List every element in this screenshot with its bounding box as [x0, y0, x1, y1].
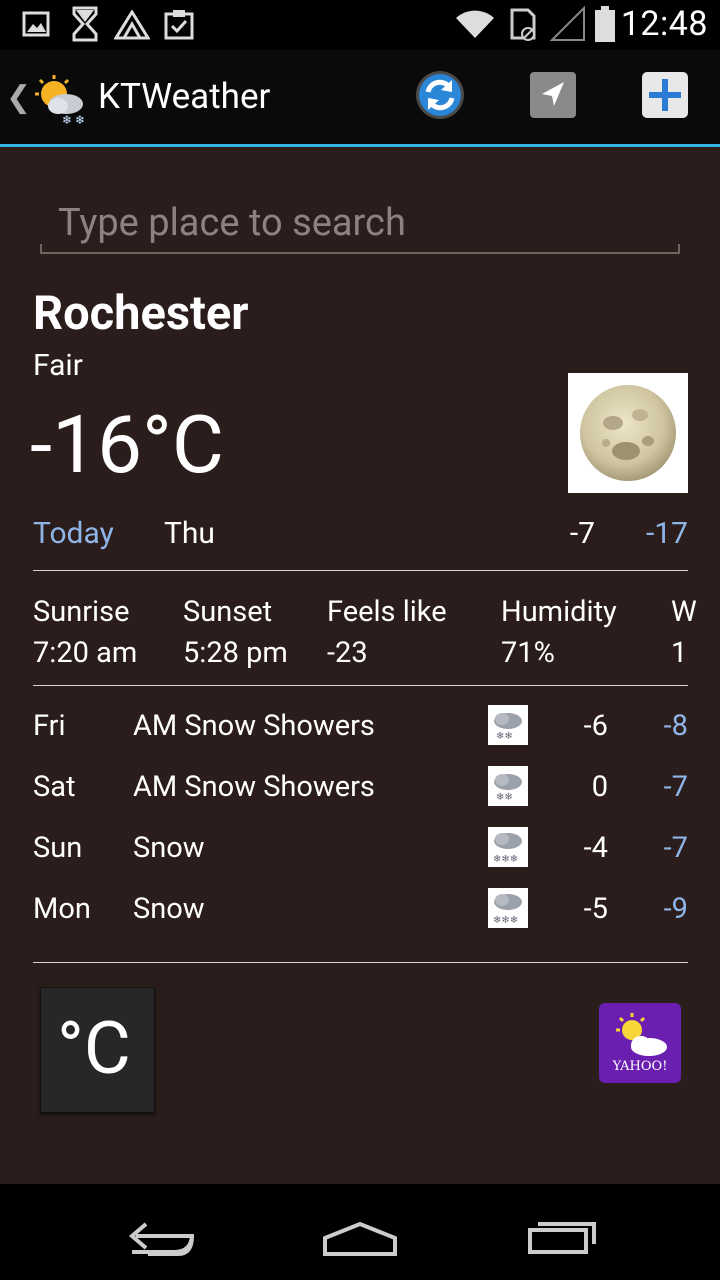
action-bar: ❮ ❄ ❄ KTWeather — [0, 50, 720, 147]
humidity-stat: Humidity 71% — [501, 592, 617, 672]
feels-like-stat: Feels like -23 — [327, 592, 447, 672]
svg-text:❄❄❄: ❄❄❄ — [493, 915, 518, 926]
forecast-desc: Snow — [133, 831, 205, 865]
stat-value: 7:20 am — [33, 636, 138, 670]
forecast-high: -6 — [583, 709, 608, 743]
current-condition: Fair — [33, 348, 83, 383]
current-temperature: -16°C — [30, 398, 224, 492]
home-icon[interactable] — [305, 1204, 415, 1264]
svg-text:❄❄❄: ❄❄❄ — [493, 854, 518, 865]
today-label[interactable]: Today — [33, 516, 114, 551]
add-icon[interactable] — [640, 70, 690, 120]
location-arrow-icon[interactable] — [528, 70, 578, 120]
svg-text:❄❄: ❄❄ — [496, 731, 513, 742]
divider — [33, 962, 688, 963]
divider — [33, 570, 688, 571]
gallery-icon — [22, 11, 50, 37]
app-title: KTWeather — [98, 76, 271, 117]
forecast-day: Fri — [33, 709, 66, 743]
snow-cloud-icon: ❄❄❄ — [488, 827, 528, 867]
forecast-row: Fri AM Snow Showers ❄❄ -6 -8 — [33, 703, 688, 753]
mountain-icon — [114, 10, 150, 40]
stat-value: 1 — [671, 636, 688, 670]
today-high: -7 — [569, 516, 595, 551]
snow-cloud-icon: ❄❄❄ — [488, 888, 528, 928]
forecast-desc: Snow — [133, 892, 205, 926]
city-name: Rochester — [33, 286, 249, 341]
wind-stat: W 1 — [671, 592, 697, 672]
forecast-day: Mon — [33, 892, 91, 926]
forecast-row: Sat AM Snow Showers ❄❄ 0 -7 — [33, 764, 688, 814]
yahoo-label: YAHOO! — [612, 1059, 668, 1074]
stat-value: 5:28 pm — [183, 636, 288, 670]
unit-toggle-button[interactable]: °C — [40, 987, 155, 1113]
forecast-day: Sun — [33, 831, 83, 865]
refresh-icon[interactable] — [415, 70, 465, 120]
back-icon[interactable] — [108, 1204, 218, 1264]
up-caret-icon[interactable]: ❮ — [6, 80, 31, 115]
stat-value: 71% — [501, 636, 555, 670]
stat-label: Feels like — [327, 595, 447, 629]
forecast-desc: AM Snow Showers — [133, 770, 375, 804]
yahoo-weather-logo[interactable]: YAHOO! — [599, 1003, 681, 1083]
wifi-icon — [456, 10, 494, 38]
forecast-low: -9 — [663, 892, 688, 926]
navigation-bar — [0, 1184, 720, 1280]
unit-label: °C — [57, 1006, 131, 1091]
forecast-row: Mon Snow ❄❄❄ -5 -9 — [33, 886, 688, 936]
recent-apps-icon[interactable] — [508, 1204, 618, 1264]
forecast-high: -4 — [583, 831, 608, 865]
forecast-low: -8 — [663, 709, 688, 743]
forecast-day: Sat — [33, 770, 76, 804]
forecast-row: Sun Snow ❄❄❄ -4 -7 — [33, 825, 688, 875]
search-field — [40, 196, 680, 254]
snow-cloud-icon: ❄❄ — [488, 705, 528, 745]
status-bar: 12:48 — [0, 0, 720, 50]
sim-card-icon — [510, 8, 536, 41]
stat-label: W — [671, 595, 697, 629]
forecast-high: 0 — [591, 770, 608, 804]
signal-icon — [550, 6, 585, 41]
stat-value: -23 — [327, 636, 368, 670]
sunrise-stat: Sunrise 7:20 am — [33, 592, 137, 672]
today-day: Thu — [164, 516, 215, 551]
forecast-low: -7 — [663, 770, 688, 804]
forecast-low: -7 — [663, 831, 688, 865]
moon-icon — [568, 373, 688, 493]
battery-icon — [595, 6, 615, 42]
snow-cloud-icon: ❄❄ — [488, 766, 528, 806]
forecast-desc: AM Snow Showers — [133, 709, 375, 743]
details-row: Sunrise 7:20 am Sunset 5:28 pm Feels lik… — [33, 592, 720, 672]
divider — [33, 685, 688, 686]
clipboard-check-icon — [164, 10, 194, 40]
status-time: 12:48 — [620, 4, 708, 44]
today-low: -17 — [645, 516, 688, 551]
svg-text:❄❄: ❄❄ — [496, 792, 513, 803]
stat-label: Sunrise — [33, 595, 130, 629]
hourglass-icon — [72, 6, 98, 42]
sun-cloud-snow-icon[interactable]: ❄ ❄ — [32, 74, 86, 126]
stat-label: Sunset — [183, 595, 273, 629]
sun-cloud-icon — [616, 1013, 667, 1056]
forecast-high: -5 — [583, 892, 608, 926]
stat-label: Humidity — [501, 595, 617, 629]
svg-text:❄ ❄: ❄ ❄ — [62, 113, 85, 126]
search-input[interactable] — [56, 196, 670, 250]
sunset-stat: Sunset 5:28 pm — [183, 592, 288, 672]
today-row: Today Thu -7 -17 — [33, 516, 688, 556]
